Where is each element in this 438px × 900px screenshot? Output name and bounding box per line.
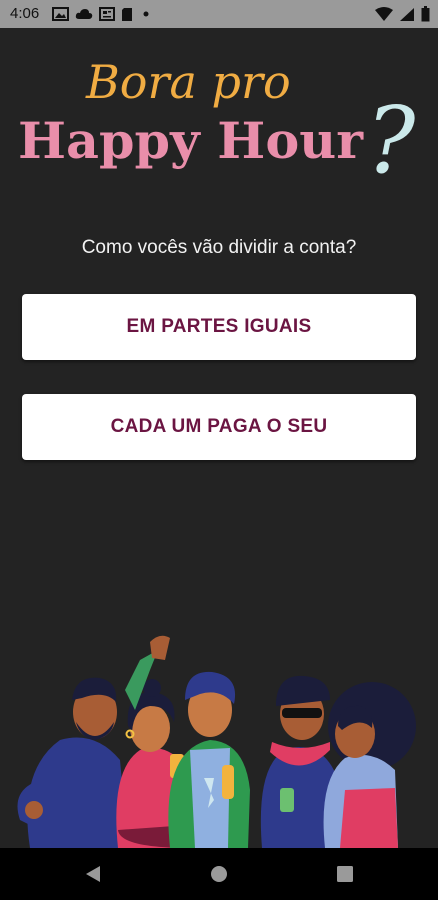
split-question: Como vocês vão dividir a conta? <box>81 237 357 258</box>
cloud-icon <box>75 9 93 19</box>
each-pays-own-label: CADA UM PAGA O SEU <box>110 416 328 437</box>
home-icon <box>211 866 227 882</box>
friend-woman-curly-hair <box>323 682 416 848</box>
app-logo: Bora pro Happy Hour ? <box>18 55 416 190</box>
status-time: 4:06 <box>10 5 40 22</box>
logo-line1: Bora pro <box>85 55 291 109</box>
recents-icon <box>337 866 353 882</box>
split-equally-button[interactable]: EM PARTES IGUAIS <box>22 294 416 360</box>
friends-toasting-illustration <box>17 635 416 848</box>
status-notification-icons <box>52 6 153 22</box>
home-button[interactable] <box>203 858 235 890</box>
news-icon <box>99 7 115 21</box>
battery-icon <box>421 6 430 22</box>
status-bar: 4:06 <box>0 0 438 28</box>
signal-icon <box>400 7 414 21</box>
system-nav-bar <box>0 848 438 900</box>
friend-bearded-man <box>17 677 128 848</box>
gallery-icon <box>52 7 69 21</box>
back-button[interactable] <box>77 858 109 890</box>
split-equally-label: EM PARTES IGUAIS <box>126 316 312 337</box>
recents-button[interactable] <box>329 858 361 890</box>
logo-question-mark: ? <box>366 87 416 190</box>
each-pays-own-button[interactable]: CADA UM PAGA O SEU <box>22 394 416 460</box>
status-system-icons <box>375 5 430 23</box>
sd-card-icon <box>122 7 132 21</box>
wifi-icon <box>375 6 393 21</box>
logo-line2: Happy Hour <box>18 111 364 170</box>
dot-icon <box>143 11 149 17</box>
back-icon <box>86 866 100 882</box>
